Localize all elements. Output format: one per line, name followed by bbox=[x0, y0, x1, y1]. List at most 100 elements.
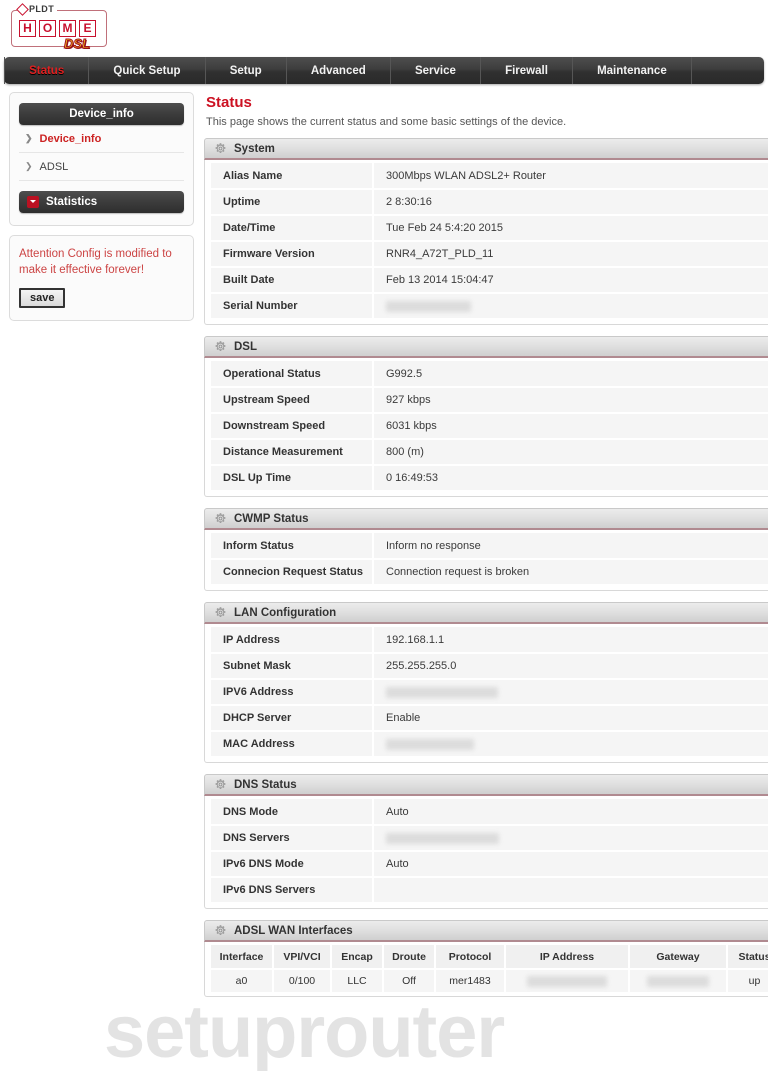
table-cell: mer1483 bbox=[435, 969, 506, 992]
adsl-wan-section: ADSL WAN Interfaces Interface VPI/VCI Encap… bbox=[204, 920, 768, 997]
row-value: 0 16:49:53 bbox=[373, 465, 768, 492]
row-value-text-redacted bbox=[386, 686, 498, 698]
row-value-text: RNR4_A72T_PLD_11 bbox=[386, 248, 494, 260]
row-value bbox=[373, 825, 768, 852]
row-value: Auto bbox=[373, 851, 768, 878]
section-title: DNS Status bbox=[234, 778, 297, 791]
wan-interfaces-table: Interface VPI/VCI Encap Droute Protocol IP Ad… bbox=[211, 945, 768, 992]
row-label: Serial Number bbox=[211, 293, 374, 320]
section-title: LAN Configuration bbox=[234, 606, 337, 619]
row-value-text: Auto bbox=[386, 805, 409, 818]
table-cell: 0/100 bbox=[273, 969, 332, 992]
row-value: 192.168.1.1 bbox=[373, 627, 768, 654]
table-row: DNS Servers bbox=[211, 825, 768, 852]
row-label: Distance Measurement bbox=[211, 439, 374, 466]
page-title: Status bbox=[206, 94, 252, 111]
cell-text: 0/100 bbox=[288, 975, 316, 987]
row-value-text: 0 16:49:53 bbox=[386, 472, 438, 484]
pldt-wordmark: PLDT bbox=[16, 2, 58, 16]
section-cwmp-status: CWMP Status Inform Status Inform no respon… bbox=[204, 508, 768, 591]
nav-item-maintenance[interactable]: Maintenance bbox=[573, 57, 692, 84]
row-value-text: 300Mbps WLAN ADSL2+ Router bbox=[386, 169, 546, 182]
row-label: Downstream Speed bbox=[211, 413, 374, 440]
attention-panel: Attention Config is modified to make it … bbox=[9, 235, 194, 321]
row-value-text: 2 8:30:16 bbox=[386, 196, 432, 208]
row-value-text: Feb 13 2014 15:04:47 bbox=[386, 274, 494, 286]
row-label: IP Address bbox=[211, 627, 374, 654]
row-label: DNS Servers bbox=[211, 825, 374, 852]
row-value-text: Tue Feb 24 5:4:20 2015 bbox=[386, 222, 504, 234]
home-letter-e: E bbox=[79, 20, 96, 37]
row-value: 255.255.255.0 bbox=[373, 653, 768, 680]
table-cell bbox=[505, 969, 630, 992]
row-label: IPv6 DNS Servers bbox=[211, 877, 374, 904]
key-value-table: Alias Name 300Mbps WLAN ADSL2+ Router Upti… bbox=[211, 163, 768, 320]
sidebar-header-statistics[interactable]: Statistics bbox=[19, 191, 184, 213]
row-label: Built Date bbox=[211, 267, 374, 294]
table-row: Serial Number bbox=[211, 293, 768, 320]
table-row: Operational Status G992.5 bbox=[211, 361, 768, 388]
section-title: ADSL WAN Interfaces bbox=[234, 924, 353, 937]
table-row: Connecion Request Status Connection reque… bbox=[211, 559, 768, 586]
table-row: Uptime 2 8:30:16 bbox=[211, 189, 768, 216]
row-label: IPv6 DNS Mode bbox=[211, 851, 374, 878]
column-header: Encap bbox=[331, 945, 384, 970]
row-label: Firmware Version bbox=[211, 241, 374, 268]
row-value: 6031 kbps bbox=[373, 413, 768, 440]
row-value: Connection request is broken bbox=[373, 559, 768, 586]
nav-item-firewall[interactable]: Firewall bbox=[481, 57, 573, 84]
sidebar-header-device-info[interactable]: Device_info bbox=[19, 103, 184, 125]
nav-item-status[interactable]: Status bbox=[4, 57, 90, 84]
cell-text-redacted bbox=[647, 975, 709, 987]
column-header: Droute bbox=[383, 945, 436, 970]
table-row: Downstream Speed 6031 kbps bbox=[211, 413, 768, 440]
row-label: DSL Up Time bbox=[211, 465, 374, 492]
table-row: IPv6 DNS Servers bbox=[211, 877, 768, 904]
row-value: 300Mbps WLAN ADSL2+ Router bbox=[373, 163, 768, 190]
row-label: Connecion Request Status bbox=[211, 559, 374, 586]
diamond-icon bbox=[16, 2, 29, 16]
gear-icon bbox=[215, 607, 226, 617]
save-button[interactable]: save bbox=[19, 288, 66, 308]
section-header: ADSL WAN Interfaces bbox=[204, 920, 768, 942]
key-value-table: Operational Status G992.5 Upstream Speed 92… bbox=[211, 361, 768, 492]
row-label: Alias Name bbox=[211, 163, 374, 190]
gear-icon bbox=[215, 143, 226, 153]
section-title: System bbox=[234, 142, 275, 155]
home-letter-m: M bbox=[59, 20, 76, 37]
row-label: Uptime bbox=[211, 189, 374, 216]
table-row: DNS Mode Auto bbox=[211, 799, 768, 826]
nav-item-label: Firewall bbox=[505, 64, 548, 77]
section-dns-status: DNS Status DNS Mode Auto DNS Servers IPv6 DN… bbox=[204, 774, 768, 909]
table-header-row: Interface VPI/VCI Encap Droute Protocol IP Ad… bbox=[211, 945, 768, 970]
section-body: Alias Name 300Mbps WLAN ADSL2+ Router Upti… bbox=[204, 160, 768, 325]
nav-item-quick-setup[interactable]: Quick Setup bbox=[89, 57, 206, 84]
sidebar-header-device-info-label: Device_info bbox=[69, 108, 134, 120]
column-header: Interface bbox=[211, 945, 274, 970]
table-row: DHCP Server Enable bbox=[211, 705, 768, 732]
sidebar-item-device_info[interactable]: ❯ Device_info bbox=[19, 125, 184, 153]
sidebar-menu-panel: Device_info ❯ Device_info ❯ ADSL Statistics bbox=[9, 92, 194, 226]
nav-item-service[interactable]: Service bbox=[391, 57, 481, 84]
attention-message: Attention Config is modified to make it … bbox=[19, 248, 172, 276]
column-header: VPI/VCI bbox=[273, 945, 332, 970]
row-value-text-redacted bbox=[386, 832, 499, 844]
table-cell: a0 bbox=[211, 969, 274, 992]
table-row: IPV6 Address bbox=[211, 679, 768, 706]
nav-item-setup[interactable]: Setup bbox=[206, 57, 287, 84]
key-value-table: DNS Mode Auto DNS Servers IPv6 DNS Mode Auto… bbox=[211, 799, 768, 904]
cell-text: Off bbox=[402, 975, 416, 987]
home-letter-o: O bbox=[39, 20, 56, 37]
table-cell: up bbox=[727, 969, 768, 992]
row-value-text: Inform no response bbox=[386, 539, 481, 552]
sidebar-item-adsl[interactable]: ❯ ADSL bbox=[19, 153, 184, 181]
nav-item-advanced[interactable]: Advanced bbox=[287, 57, 391, 84]
table-cell: LLC bbox=[331, 969, 384, 992]
table-row: Upstream Speed 927 kbps bbox=[211, 387, 768, 414]
row-value bbox=[373, 877, 768, 904]
section-dsl: DSL Operational Status G992.5 Upstream Spee… bbox=[204, 336, 768, 497]
row-value: Feb 13 2014 15:04:47 bbox=[373, 267, 768, 294]
dsl-badge: DSL bbox=[64, 36, 91, 52]
table-row: Inform Status Inform no response bbox=[211, 533, 768, 560]
section-body: IP Address 192.168.1.1 Subnet Mask 255.255.… bbox=[204, 624, 768, 763]
